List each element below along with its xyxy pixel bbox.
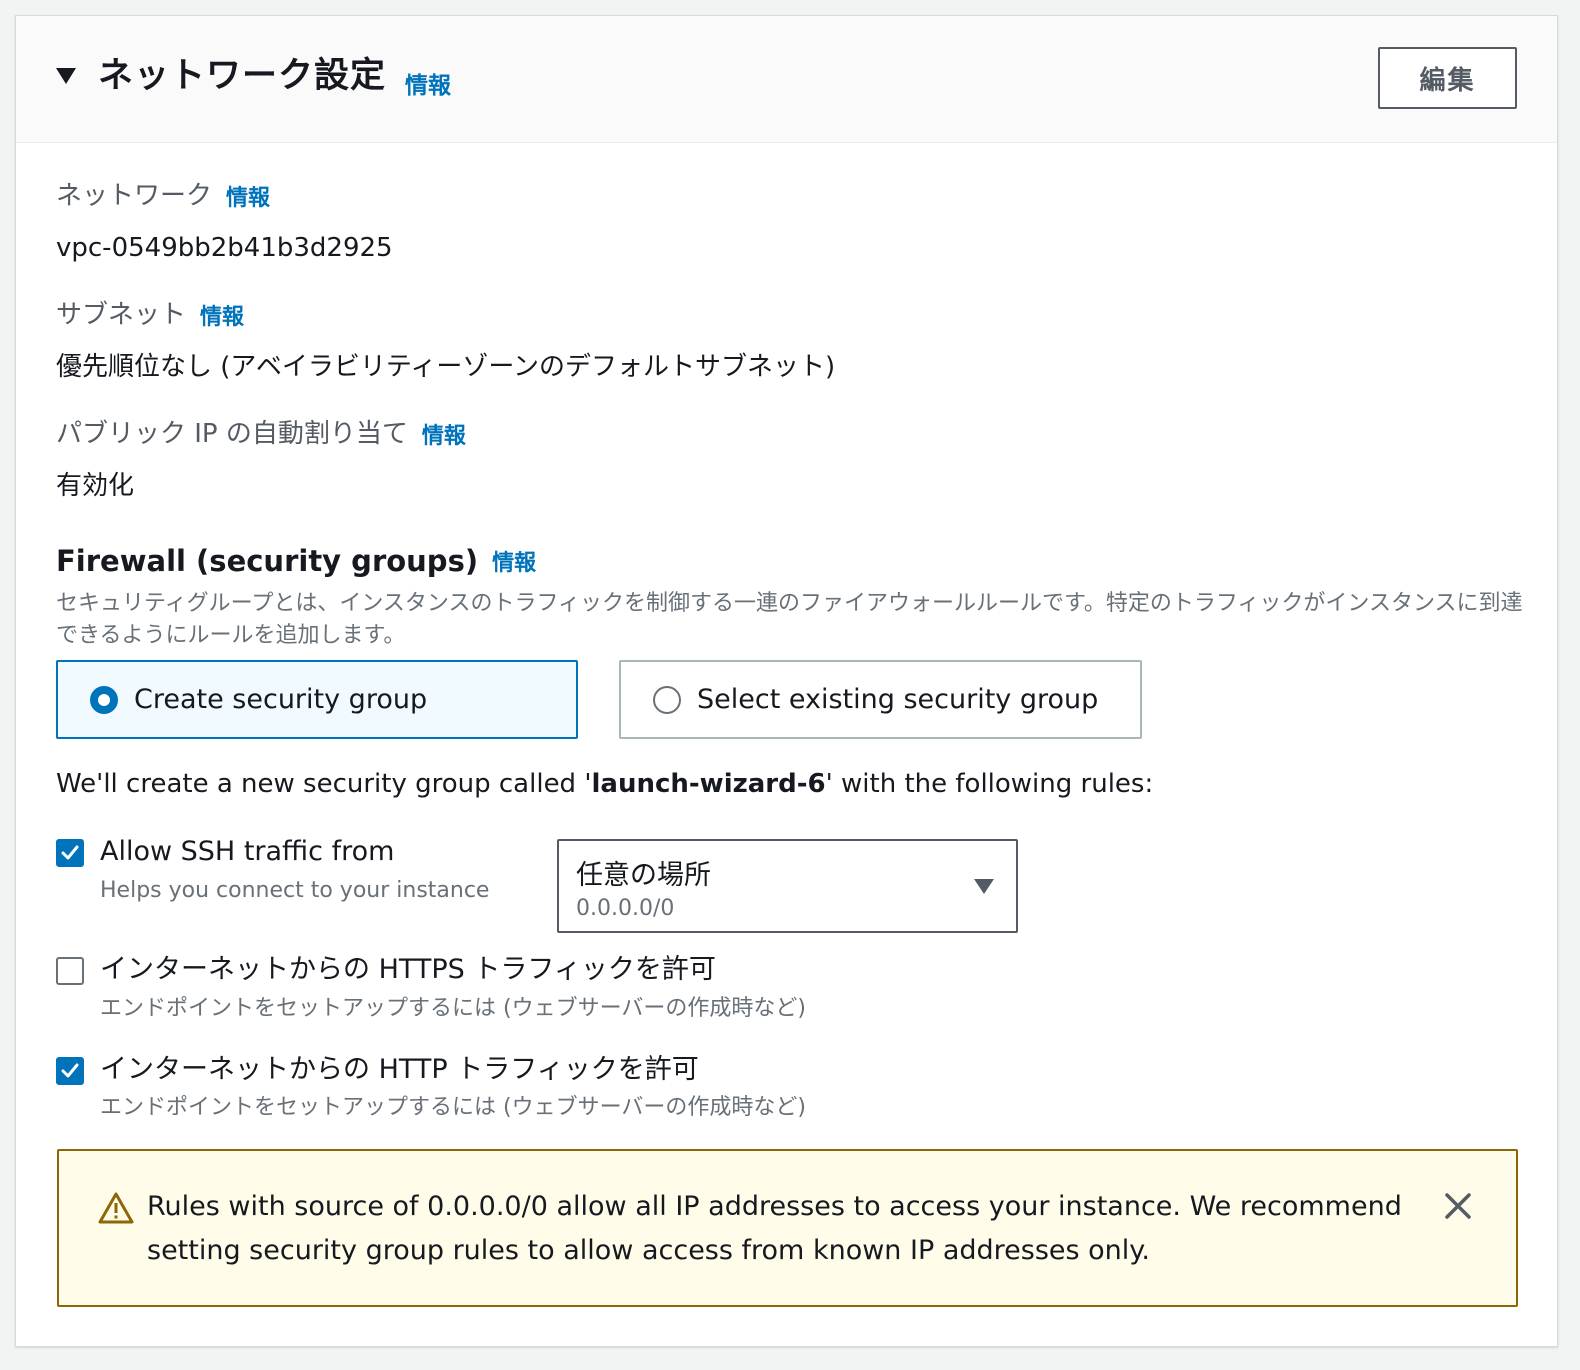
warning-text: Rules with source of 0.0.0.0/0 allow all…: [147, 1191, 1402, 1266]
note-suffix: ' with the following rules:: [825, 769, 1154, 799]
subnet-info-link[interactable]: 情報: [200, 299, 244, 331]
create-security-group-radio[interactable]: [90, 685, 118, 714]
panel-title-info-link[interactable]: 情報: [405, 66, 451, 100]
allow-https-label: インターネットからの HTTPS トラフィックを許可: [100, 954, 716, 985]
select-existing-security-group-option[interactable]: Select existing security group: [619, 660, 1142, 739]
check-icon: [61, 845, 79, 860]
ssh-source-select[interactable]: 任意の場所 0.0.0.0/0: [557, 839, 1018, 933]
firewall-description: セキュリティグループとは、インスタンスのトラフィックを制御する一連のファイアウォ…: [56, 591, 1523, 648]
allow-ssh-label: Allow SSH traffic from: [100, 836, 395, 867]
allow-http-label: インターネットからの HTTP トラフィックを許可: [100, 1054, 699, 1085]
warning-icon: [98, 1192, 134, 1224]
network-info-link[interactable]: 情報: [226, 180, 270, 212]
network-value: vpc-0549bb2b41b3d2925: [56, 233, 393, 263]
allow-ssh-checkbox[interactable]: [56, 839, 84, 867]
network-settings-panel: ネットワーク設定 情報 編集 ネットワーク 情報 vpc-0549bb2b41b…: [15, 15, 1558, 1347]
select-existing-security-group-label: Select existing security group: [697, 684, 1099, 715]
check-icon: [61, 1063, 79, 1078]
chevron-down-icon: [974, 879, 994, 894]
subnet-value: 優先順位なし (アベイラビリティーゾーンのデフォルトサブネット): [56, 352, 836, 382]
ssh-source-value: 任意の場所: [576, 860, 711, 891]
security-group-note: We'll create a new security group called…: [56, 767, 1153, 801]
allow-ssh-help: Helps you connect to your instance: [100, 878, 490, 903]
note-prefix: We'll create a new security group called…: [56, 769, 592, 799]
panel-title: ネットワーク設定: [98, 56, 387, 96]
firewall-title-row: Firewall (security groups) 情報: [56, 542, 536, 580]
public-ip-label: パブリック IP の自動割り当て: [56, 419, 408, 449]
close-icon[interactable]: [1443, 1191, 1473, 1221]
ssh-source-cidr: 0.0.0.0/0: [576, 896, 675, 921]
public-ip-info-link[interactable]: 情報: [422, 418, 466, 450]
subnet-label: サブネット: [56, 300, 187, 330]
create-security-group-label: Create security group: [134, 684, 428, 715]
warning-alert: Rules with source of 0.0.0.0/0 allow all…: [57, 1149, 1518, 1307]
allow-http-help: エンドポイントをセットアップするには (ウェブサーバーの作成時など): [100, 1095, 806, 1120]
create-security-group-option[interactable]: Create security group: [56, 660, 578, 739]
firewall-title: Firewall (security groups): [56, 544, 479, 578]
allow-https-checkbox[interactable]: [56, 957, 84, 985]
public-ip-label-row: パブリック IP の自動割り当て 情報: [56, 417, 466, 451]
security-group-name: launch-wizard-6: [591, 769, 826, 799]
public-ip-value: 有効化: [56, 471, 135, 501]
select-existing-security-group-radio[interactable]: [653, 685, 681, 714]
panel-header: ネットワーク設定 情報 編集: [16, 16, 1557, 143]
allow-https-help: エンドポイントをセットアップするには (ウェブサーバーの作成時など): [100, 996, 806, 1021]
network-label-row: ネットワーク 情報: [56, 179, 270, 213]
edit-button[interactable]: 編集: [1378, 47, 1517, 109]
firewall-info-link[interactable]: 情報: [492, 545, 536, 577]
collapse-caret-icon[interactable]: [56, 68, 76, 84]
subnet-label-row: サブネット 情報: [56, 298, 244, 332]
allow-http-checkbox[interactable]: [56, 1057, 84, 1085]
network-label: ネットワーク: [56, 181, 213, 211]
